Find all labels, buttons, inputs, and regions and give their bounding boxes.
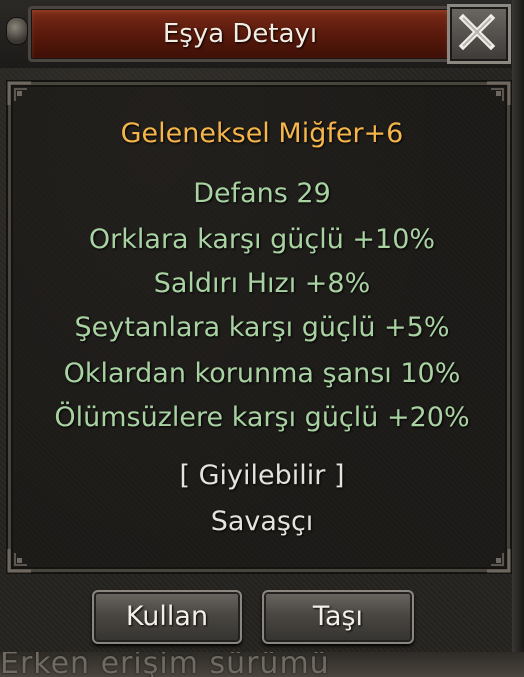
class-requirement: Savaşçı <box>210 506 314 537</box>
use-button[interactable]: Kullan <box>92 590 242 644</box>
item-stat-attack-speed: Saldırı Hızı +8% <box>153 268 371 299</box>
item-stat-arrow-block: Oklardan korunma şansı 10% <box>63 358 461 389</box>
background-banner-text: Erken erişim sürümü <box>0 652 330 677</box>
window-title: Eşya Detayı <box>162 19 318 49</box>
wearable-label: [ Giyilebilir ] <box>179 460 345 491</box>
close-x-icon <box>458 13 496 51</box>
item-stat-defense: Defans 29 <box>193 178 331 209</box>
title-knob-icon <box>6 17 28 45</box>
frame-corner-ornament-icon <box>487 81 511 105</box>
frame-corner-ornament-icon <box>487 549 511 573</box>
frame-corner-ornament-icon <box>7 549 31 573</box>
item-stat-orc-bonus: Orklara karşı güçlü +10% <box>88 224 436 255</box>
frame-corner-ornament-icon <box>7 81 31 105</box>
item-detail-window: Eşya Detayı Geleneksel Miğfer+6 Defans 2… <box>0 0 524 677</box>
item-stat-devil-bonus: Şeytanlara karşı güçlü +5% <box>74 312 450 343</box>
background-banner: Erken erişim sürümü <box>0 652 524 677</box>
close-button[interactable] <box>447 4 511 64</box>
item-stat-undead-bonus: Ölümsüzlere karşı güçlü +20% <box>54 402 470 433</box>
title-bar[interactable]: Eşya Detayı <box>0 0 524 68</box>
item-name: Geleneksel Miğfer+6 <box>120 118 404 149</box>
move-button[interactable]: Taşı <box>262 590 414 644</box>
